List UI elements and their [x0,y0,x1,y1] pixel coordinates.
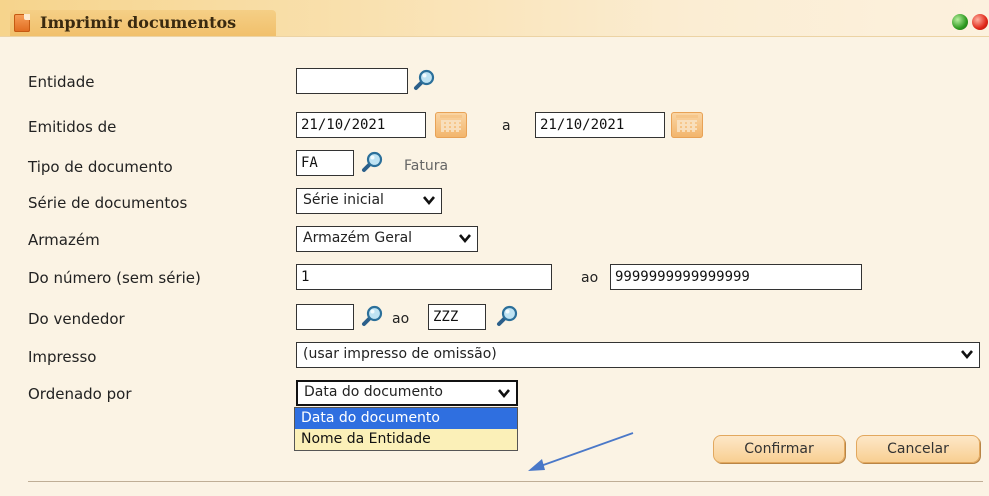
serie-documentos-value: Série inicial [303,192,384,208]
calendar-icon[interactable] [671,112,703,138]
date-from-input[interactable] [296,112,426,138]
entidade-input[interactable] [296,68,408,94]
serie-documentos-select[interactable]: Série inicial [296,188,442,214]
red-dot-icon[interactable] [972,14,988,30]
annotation-arrow-icon [528,432,634,471]
tipo-documento-description: Fatura [404,158,449,174]
chevron-down-icon [961,350,973,360]
entidade-label: Entidade [28,73,95,91]
armazem-label: Armazém [28,231,100,249]
numero-label: Do número (sem série) [28,269,201,287]
date-separator: a [502,118,511,134]
ordenado-por-value: Data do documento [304,384,443,400]
green-dot-icon[interactable] [952,14,968,30]
search-icon[interactable] [495,304,519,328]
dropdown-option[interactable]: Data do documento [295,408,517,429]
window-title: Imprimir documentos [40,13,237,32]
armazem-value: Armazém Geral [303,230,413,246]
vendedor-from-input[interactable] [296,304,354,330]
dropdown-option[interactable]: Nome da Entidade [295,429,517,450]
vendedor-separator: ao [392,311,410,327]
emitidos-label: Emitidos de [28,118,117,136]
confirm-button[interactable]: Confirmar [713,435,845,463]
chevron-down-icon [423,196,435,206]
search-icon[interactable] [360,150,384,174]
search-icon[interactable] [412,68,436,92]
armazem-select[interactable]: Armazém Geral [296,226,478,252]
vendedor-label: Do vendedor [28,310,125,328]
title-bar: Imprimir documentos [0,0,989,37]
document-icon [14,14,30,32]
cancel-button[interactable]: Cancelar [856,435,980,463]
tipo-documento-label: Tipo de documento [28,158,173,176]
numero-to-input[interactable] [610,264,862,290]
numero-separator: ao [581,270,599,286]
impresso-select[interactable]: (usar impresso de omissão) [296,342,980,368]
impresso-label: Impresso [28,348,97,366]
calendar-icon[interactable] [435,112,467,138]
ordenado-por-dropdown: Data do documento Nome da Entidade [294,407,518,451]
numero-from-input[interactable] [296,264,552,290]
bottom-divider [28,481,983,482]
vendedor-to-input[interactable] [428,304,486,330]
search-icon[interactable] [360,304,384,328]
serie-documentos-label: Série de documentos [28,194,188,212]
impresso-value: (usar impresso de omissão) [303,346,497,362]
ordenado-por-select[interactable]: Data do documento [296,380,518,406]
tipo-documento-input[interactable] [296,150,354,176]
ordenado-por-label: Ordenado por [28,385,132,403]
chevron-down-icon [498,389,510,399]
date-to-input[interactable] [535,112,665,138]
chevron-down-icon [459,234,471,244]
